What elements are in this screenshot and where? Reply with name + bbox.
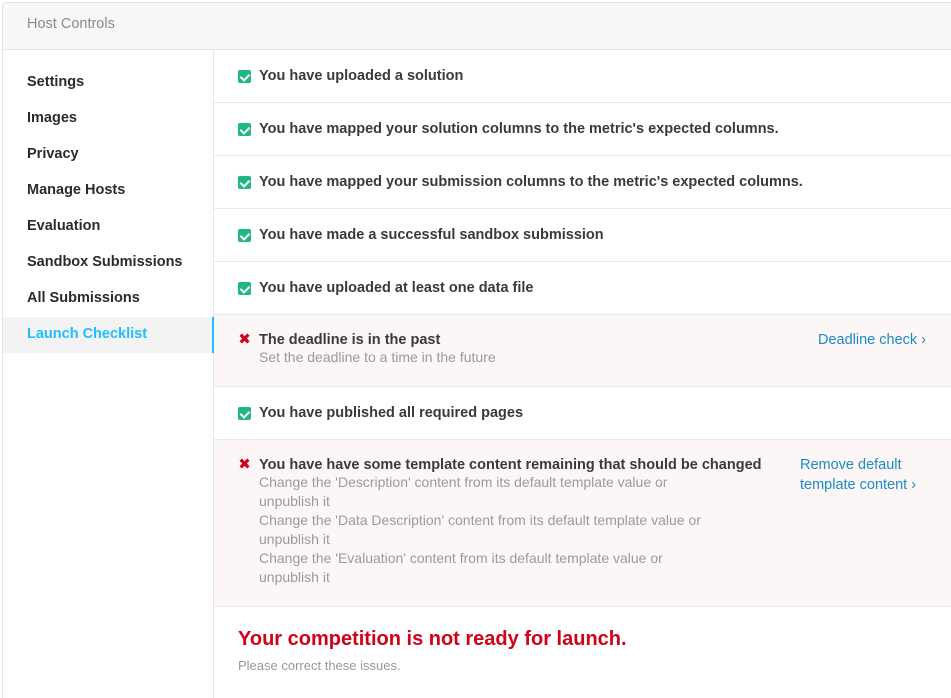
checklist-item-detail: unpublish it xyxy=(259,531,330,547)
checklist-item-detail: Change the 'Evaluation' content from its… xyxy=(259,550,663,566)
checklist-item-label: You have have some template content rema… xyxy=(259,457,762,473)
panel-title: Host Controls xyxy=(27,16,115,32)
sidebar-item-manage-hosts[interactable]: Manage Hosts xyxy=(3,173,213,209)
checklist-item-detail: unpublish it xyxy=(259,569,330,585)
checklist-item-label: You have mapped your solution columns to… xyxy=(259,121,779,137)
panel-header: Host Controls xyxy=(3,3,951,50)
checklist-item-detail: Set the deadline to a time in the future xyxy=(259,349,496,365)
checkmark-icon xyxy=(238,70,251,83)
sidebar-item-settings[interactable]: Settings xyxy=(3,65,213,101)
checklist-item: You have mapped your submission columns … xyxy=(214,156,951,209)
launch-status-subtitle: Please correct these issues. xyxy=(238,658,401,673)
checklist-item: You have made a successful sandbox submi… xyxy=(214,209,951,262)
checklist-item: You have uploaded at least one data file xyxy=(214,262,951,315)
remove-template-content-link[interactable]: Remove default template content › xyxy=(800,455,916,495)
link-line-2: template content › xyxy=(800,477,917,493)
checklist-item-label: You have mapped your submission columns … xyxy=(259,174,803,190)
sidebar: Settings Images Privacy Manage Hosts Eva… xyxy=(3,50,214,698)
checkmark-icon xyxy=(238,229,251,242)
sidebar-item-launch-checklist[interactable]: Launch Checklist xyxy=(3,317,214,353)
checklist-item-label: You have uploaded a solution xyxy=(259,68,464,84)
link-line-1: Remove default xyxy=(800,457,902,473)
sidebar-item-sandbox-submissions[interactable]: Sandbox Submissions xyxy=(3,245,213,281)
launch-checklist: You have uploaded a solution You have ma… xyxy=(214,50,951,673)
checkmark-icon xyxy=(238,176,251,189)
error-x-icon: ✖ xyxy=(238,456,251,473)
checklist-item-label: You have published all required pages xyxy=(259,405,524,421)
checklist-item: You have uploaded a solution xyxy=(214,50,951,103)
checklist-item-failed: ✖ The deadline is in the past Set the de… xyxy=(214,315,951,387)
deadline-check-link[interactable]: Deadline check › xyxy=(818,330,926,350)
sidebar-item-all-submissions[interactable]: All Submissions xyxy=(3,281,213,317)
checkmark-icon xyxy=(238,282,251,295)
checkmark-icon xyxy=(238,123,251,136)
checklist-item-failed: ✖ You have have some template content re… xyxy=(214,440,951,607)
error-x-icon: ✖ xyxy=(238,331,251,348)
sidebar-item-evaluation[interactable]: Evaluation xyxy=(3,209,213,245)
checklist-item: You have published all required pages xyxy=(214,387,951,440)
launch-status: Your competition is not ready for launch… xyxy=(214,607,951,673)
checklist-item-label: You have uploaded at least one data file xyxy=(259,280,534,296)
sidebar-item-privacy[interactable]: Privacy xyxy=(3,137,213,173)
sidebar-item-images[interactable]: Images xyxy=(3,101,213,137)
host-controls-panel: Host Controls Settings Images Privacy Ma… xyxy=(2,2,951,698)
checkmark-icon xyxy=(238,407,251,420)
checklist-item: You have mapped your solution columns to… xyxy=(214,103,951,156)
checklist-item-detail: Change the 'Data Description' content fr… xyxy=(259,512,701,528)
launch-status-title: Your competition is not ready for launch… xyxy=(238,628,627,650)
checklist-item-label: You have made a successful sandbox submi… xyxy=(259,227,604,243)
checklist-item-label: The deadline is in the past xyxy=(259,332,441,348)
